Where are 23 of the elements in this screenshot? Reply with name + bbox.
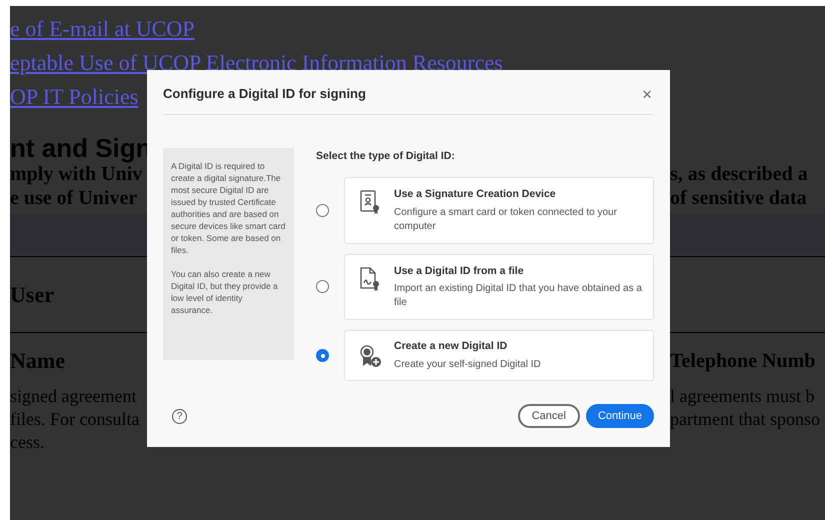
- radio-button[interactable]: [316, 280, 329, 294]
- dialog-title: Configure a Digital ID for signing: [163, 85, 366, 104]
- option-title: Create a new Digital ID: [394, 339, 508, 354]
- info-text: A Digital ID is required to create a digital signature.The most secure Digital ID are issued by trusted Certificate authorities and are based on secure devices like smart card or token. Some are based on files.: [171, 160, 286, 256]
- continue-button[interactable]: Continue: [586, 404, 654, 428]
- option-title: Use a Digital ID from a file: [394, 264, 525, 278]
- radio-button[interactable]: [316, 349, 329, 362]
- option-card[interactable]: Use a Signature Creation Device Configure a smart card or token connected to your computer: [344, 176, 654, 244]
- close-button[interactable]: ×: [640, 86, 654, 102]
- option-description: Configure a smart card or token connected to your computer: [394, 206, 618, 234]
- prompt-text: Select the type of Digital ID:: [316, 149, 456, 164]
- help-button[interactable]: ?: [172, 408, 187, 424]
- option-card[interactable]: Create a new Digital ID Create your self-signed Digital ID: [344, 330, 654, 381]
- option-title: Use a Signature Creation Device: [394, 186, 557, 202]
- file-certificate-icon: [359, 266, 381, 292]
- option-description: Create your self-signed Digital ID: [394, 358, 541, 372]
- certificate-add-icon: [358, 344, 382, 370]
- certificate-card-icon: [359, 188, 381, 215]
- cancel-button[interactable]: Cancel: [518, 404, 580, 428]
- option-description: Import an existing Digital ID that you have obtained as a file: [394, 282, 643, 310]
- info-text: You can also create a new Digital ID, but they provide a low level of identity assurance.: [171, 268, 279, 316]
- radio-button[interactable]: [316, 204, 329, 217]
- option-card[interactable]: Use a Digital ID from a file Import an existing Digital ID that you have obtained as a file: [344, 254, 654, 320]
